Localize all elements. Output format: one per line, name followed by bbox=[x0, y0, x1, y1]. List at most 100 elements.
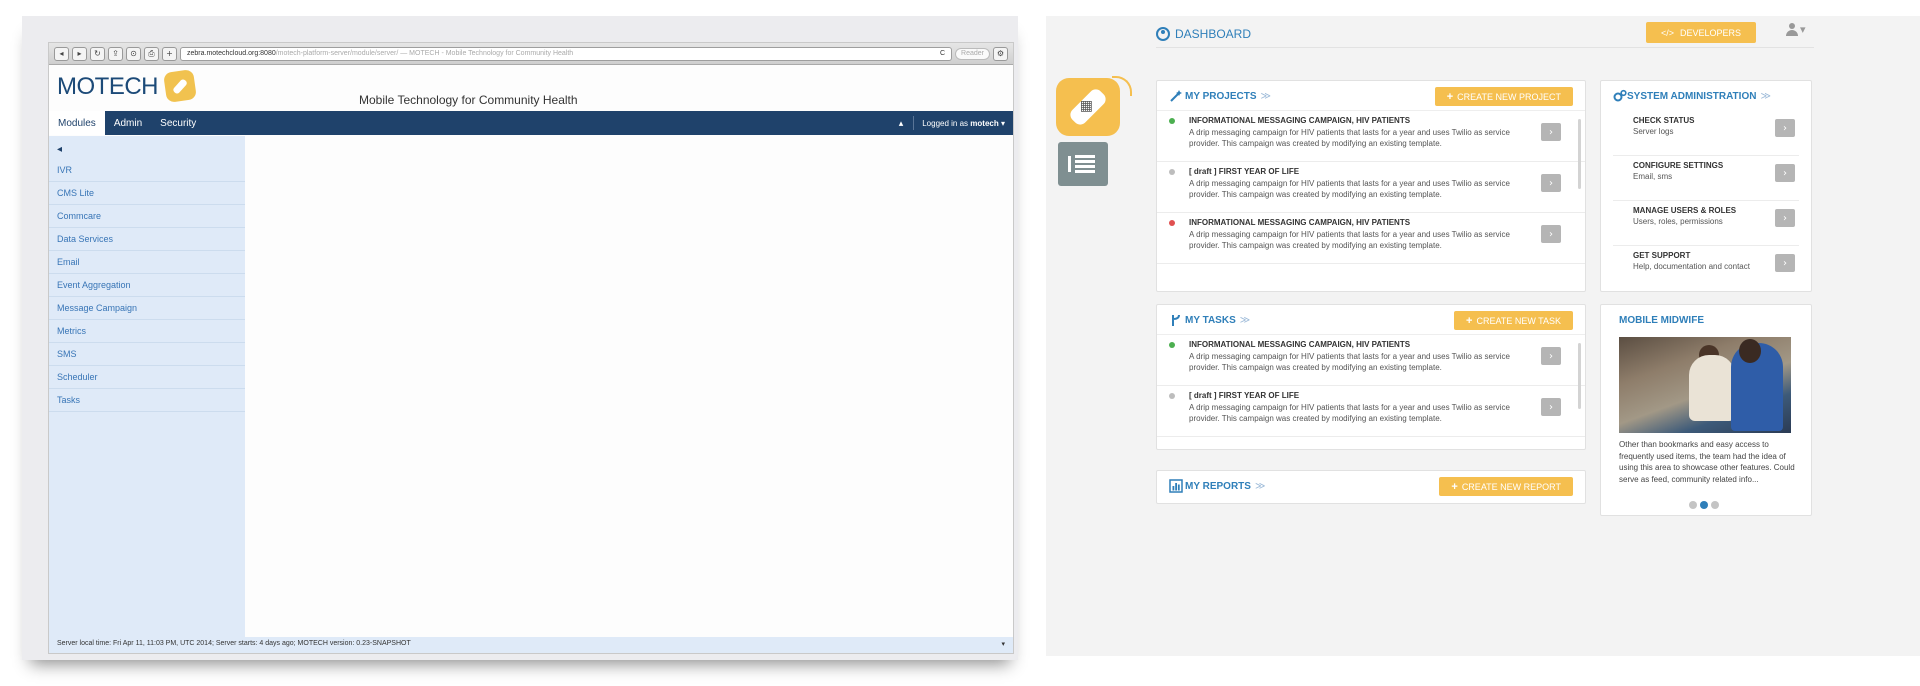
print-icon[interactable]: ⎙ bbox=[144, 46, 159, 61]
item-title: [ draft ] FIRST YEAR OF LIFE bbox=[1189, 167, 1300, 176]
forward-button[interactable]: ▸ bbox=[72, 46, 87, 61]
motech-logo[interactable]: MOTECH bbox=[57, 73, 159, 101]
scrollbar[interactable] bbox=[1578, 343, 1581, 409]
carousel-dot[interactable] bbox=[1689, 501, 1697, 509]
list-item[interactable]: INFORMATIONAL MESSAGING CAMPAIGN, HIV PA… bbox=[1157, 111, 1585, 162]
create-report-button[interactable]: + CREATE NEW REPORT bbox=[1439, 477, 1573, 496]
sidebar-item-cms-lite[interactable]: CMS Lite bbox=[49, 182, 245, 205]
sidebar-item-message-campaign[interactable]: Message Campaign bbox=[49, 297, 245, 320]
item-description: A drip messaging campaign for HIV patien… bbox=[1189, 179, 1510, 199]
sidebar-item-sms[interactable]: SMS bbox=[49, 343, 245, 366]
sidebar-item-metrics[interactable]: Metrics bbox=[49, 320, 245, 343]
sidebar-item-scheduler[interactable]: Scheduler bbox=[49, 366, 245, 389]
item-subtitle: Users, roles, permissions bbox=[1633, 217, 1723, 226]
back-button[interactable]: ◂ bbox=[54, 46, 69, 61]
panel-title: MOBILE MIDWIFE bbox=[1619, 315, 1704, 326]
magic-wand-icon bbox=[1170, 90, 1182, 102]
my-reports-panel: MY REPORTS ≫ + CREATE NEW REPORT bbox=[1156, 470, 1586, 504]
legacy-header: MOTECH Mobile Technology for Community H… bbox=[49, 65, 1013, 111]
developers-label: DEVELOPERS bbox=[1679, 27, 1742, 38]
chevron-right-icon[interactable]: › bbox=[1775, 164, 1795, 182]
settings-icon[interactable]: ⚙ bbox=[993, 46, 1008, 61]
panel-title[interactable]: MY TASKS ≫ bbox=[1185, 315, 1250, 326]
sidebar-item-tasks[interactable]: Tasks bbox=[49, 389, 245, 412]
mobile-midwife-panel: MOBILE MIDWIFE Other than bookmarks and … bbox=[1600, 304, 1812, 516]
chevron-right-icon[interactable]: › bbox=[1541, 174, 1561, 192]
item-subtitle: Server logs bbox=[1633, 127, 1674, 136]
browser-toolbar: ◂ ▸ ↻ ⇪ ⊙ ⎙ + zebra.motechcloud.org:8080… bbox=[49, 43, 1013, 65]
tab-security[interactable]: Security bbox=[151, 111, 205, 135]
reader-button[interactable]: Reader bbox=[955, 47, 990, 60]
footer-expand-icon[interactable]: ▾ bbox=[1001, 640, 1005, 650]
panel-header: MY PROJECTS ≫ + CREATE NEW PROJECT bbox=[1157, 81, 1585, 111]
panel-title[interactable]: SYSTEM ADMINISTRATION ≫ bbox=[1627, 91, 1771, 102]
list-item[interactable]: [ draft ] FIRST YEAR OF LIFE A drip mess… bbox=[1157, 386, 1585, 437]
panel-title-text: MY REPORTS bbox=[1185, 481, 1251, 492]
panel-title[interactable]: MY PROJECTS ≫ bbox=[1185, 91, 1271, 102]
panel-title[interactable]: MY REPORTS ≫ bbox=[1185, 481, 1265, 492]
carousel-dot-active[interactable] bbox=[1700, 501, 1708, 509]
logged-in-label: Logged in as bbox=[922, 118, 969, 128]
tab-admin[interactable]: Admin bbox=[105, 111, 151, 135]
list-item[interactable]: INFORMATIONAL MESSAGING CAMPAIGN, HIV PA… bbox=[1157, 213, 1585, 264]
sidebar-collapse-icon[interactable]: ◂ bbox=[49, 136, 245, 159]
legacy-status-footer: Server local time: Fri Apr 11, 11:03 PM,… bbox=[49, 637, 1013, 653]
create-project-button[interactable]: + CREATE NEW PROJECT bbox=[1434, 87, 1573, 106]
logged-in-menu[interactable]: Logged in as motech ▾ bbox=[914, 111, 1013, 135]
url-host: zebra.motechcloud.org:8080 bbox=[187, 50, 276, 57]
address-bar[interactable]: zebra.motechcloud.org:8080/motech-platfo… bbox=[180, 46, 953, 61]
chevron-right-icon[interactable]: › bbox=[1541, 347, 1561, 365]
app-launcher-tile[interactable] bbox=[1056, 76, 1132, 136]
chevron-right-icon[interactable]: › bbox=[1541, 398, 1561, 416]
chevron-right-icon[interactable]: › bbox=[1541, 225, 1561, 243]
collapse-up-icon[interactable]: ▴ bbox=[889, 116, 915, 130]
new-tab-button[interactable]: + bbox=[162, 46, 177, 61]
bandage-phone-icon bbox=[1067, 86, 1109, 128]
sidebar-item-email[interactable]: Email bbox=[49, 251, 245, 274]
item-title: GET SUPPORT bbox=[1633, 251, 1691, 260]
admin-item-check-status[interactable]: CHECK STATUS Server logs › bbox=[1613, 111, 1799, 156]
panel-title-text: SYSTEM ADMINISTRATION bbox=[1627, 91, 1757, 102]
list-item[interactable]: [ draft ] FIRST YEAR OF LIFE A drip mess… bbox=[1157, 162, 1585, 213]
dashboard-mockup: DASHBOARD </> DEVELOPERS ▾ MY PROJECTS≫ … bbox=[1046, 16, 1920, 656]
item-description: A drip messaging campaign for HIV patien… bbox=[1189, 403, 1510, 423]
reload-icon[interactable]: C bbox=[940, 50, 945, 57]
chevron-right-icon[interactable]: › bbox=[1775, 254, 1795, 272]
developers-button[interactable]: </> DEVELOPERS bbox=[1646, 22, 1756, 43]
sidebar-item-event-aggregation[interactable]: Event Aggregation bbox=[49, 274, 245, 297]
code-icon: </> bbox=[1660, 27, 1674, 38]
page-title-text: DASHBOARD bbox=[1175, 27, 1252, 41]
url-path: /motech-platform-server/module/server/ —… bbox=[275, 50, 574, 57]
sidebar-item-ivr[interactable]: IVR bbox=[49, 159, 245, 182]
history-icon[interactable]: ⊙ bbox=[126, 46, 141, 61]
midwife-photo bbox=[1619, 337, 1791, 433]
admin-item-get-support[interactable]: GET SUPPORT Help, documentation and cont… bbox=[1613, 246, 1799, 291]
sidebar-item-commcare[interactable]: Commcare bbox=[49, 205, 245, 228]
chevron-right-icon[interactable]: › bbox=[1775, 119, 1795, 137]
app-subtitle: Mobile Technology for Community Health bbox=[359, 93, 578, 107]
item-title: INFORMATIONAL MESSAGING CAMPAIGN, HIV PA… bbox=[1189, 116, 1411, 125]
item-title: INFORMATIONAL MESSAGING CAMPAIGN, HIV PA… bbox=[1189, 340, 1411, 349]
bandage-logo-icon bbox=[163, 69, 197, 103]
sidebar-item-data-services[interactable]: Data Services bbox=[49, 228, 245, 251]
status-dot bbox=[1169, 342, 1175, 348]
cloud-icon[interactable]: ↻ bbox=[90, 46, 105, 61]
scrollbar[interactable] bbox=[1578, 119, 1581, 189]
list-item[interactable]: INFORMATIONAL MESSAGING CAMPAIGN, HIV PA… bbox=[1157, 335, 1585, 386]
admin-item-manage-users[interactable]: MANAGE USERS & ROLES Users, roles, permi… bbox=[1613, 201, 1799, 246]
legacy-ui-screenshot: ◂ ▸ ↻ ⇪ ⊙ ⎙ + zebra.motechcloud.org:8080… bbox=[22, 16, 1018, 660]
my-projects-panel: MY PROJECTS ≫ + CREATE NEW PROJECT INFORMA… bbox=[1156, 80, 1586, 292]
carousel-dot[interactable] bbox=[1711, 501, 1719, 509]
chevron-right-icon[interactable]: › bbox=[1541, 123, 1561, 141]
tab-modules[interactable]: Modules bbox=[49, 111, 105, 135]
create-task-button[interactable]: + CREATE NEW TASK bbox=[1454, 311, 1573, 330]
share-icon[interactable]: ⇪ bbox=[108, 46, 123, 61]
list-view-tile[interactable] bbox=[1058, 142, 1108, 186]
chevron-right-icon[interactable]: › bbox=[1775, 209, 1795, 227]
panel-header: SYSTEM ADMINISTRATION ≫ bbox=[1601, 81, 1811, 111]
dashboard-header: DASHBOARD </> DEVELOPERS ▾ bbox=[1156, 16, 1814, 48]
system-admin-panel: SYSTEM ADMINISTRATION ≫ CHECK STATUS Serv… bbox=[1600, 80, 1812, 292]
user-menu[interactable]: ▾ bbox=[1786, 23, 1806, 36]
chevron-down-icon: ≫ bbox=[1260, 91, 1271, 102]
admin-item-configure-settings[interactable]: CONFIGURE SETTINGS Email, sms › bbox=[1613, 156, 1799, 201]
